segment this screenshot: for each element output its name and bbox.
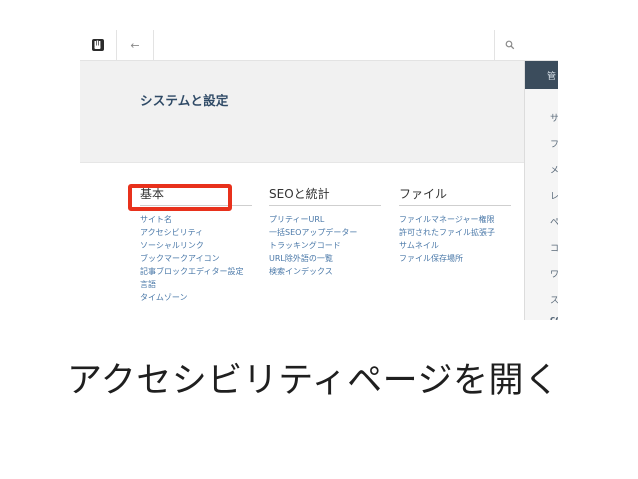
files-section: ファイル ファイルマネージャー権限 許可されたファイル拡張子 サムネイル ファイ… <box>399 185 511 265</box>
bulk-seo-updater-link[interactable]: 一括SEOアップデーター <box>269 226 381 239</box>
dashboard-panel: 管 サ フ メ レ ペ コ ワ ス co <box>524 61 558 320</box>
section-heading: SEOと統計 <box>269 185 381 206</box>
timezone-link[interactable]: タイムゾーン <box>140 291 252 304</box>
logo-button[interactable] <box>80 30 117 60</box>
tracking-codes-link[interactable]: トラッキングコード <box>269 239 381 252</box>
page-header <box>80 61 524 163</box>
dashboard-panel-item[interactable]: メ <box>550 163 558 176</box>
dashboard-panel-item[interactable]: ワ <box>550 267 558 280</box>
screenshot-frame: ← システムと設定 管 サ フ メ レ ペ コ ワ ス co <box>80 30 558 320</box>
slide-caption: アクセシビリティページを開く <box>67 361 560 401</box>
search-icon <box>505 40 515 50</box>
allowed-file-types-link[interactable]: 許可されたファイル拡張子 <box>399 226 511 239</box>
dashboard-panel-title: 管 <box>547 72 557 82</box>
dashboard-panel-item[interactable]: レ <box>550 189 558 202</box>
dashboard-panel-item[interactable]: co <box>550 315 558 320</box>
accessibility-link[interactable]: アクセシビリティ <box>140 226 252 239</box>
section-heading: ファイル <box>399 185 511 206</box>
dashboard-panel-item[interactable]: ペ <box>550 215 558 228</box>
dashboard-panel-header: 管 <box>525 61 558 89</box>
arrow-left-icon: ← <box>130 38 140 52</box>
thumbnails-link[interactable]: サムネイル <box>399 239 511 252</box>
site-name-link[interactable]: サイト名 <box>140 213 252 226</box>
search-index-link[interactable]: 検索インデックス <box>269 265 381 278</box>
dashboard-panel-item[interactable]: サ <box>550 111 558 124</box>
back-button[interactable]: ← <box>117 30 154 60</box>
slide: ← システムと設定 管 サ フ メ レ ペ コ ワ ス co <box>0 0 638 479</box>
languages-link[interactable]: 言語 <box>140 278 252 291</box>
accessibility-highlight <box>128 184 232 211</box>
bookmark-icons-link[interactable]: ブックマークアイコン <box>140 252 252 265</box>
seo-statistics-section: SEOと統計 プリティーURL 一括SEOアップデーター トラッキングコード U… <box>269 185 381 278</box>
pretty-urls-link[interactable]: プリティーURL <box>269 213 381 226</box>
file-storage-locations-link[interactable]: ファイル保存場所 <box>399 252 511 265</box>
dashboard-panel-item[interactable]: コ <box>550 241 558 254</box>
toolbar: ← <box>80 30 558 61</box>
page-title: システムと設定 <box>140 93 229 108</box>
rich-text-editor-link[interactable]: 記事ブロックエディター設定 <box>140 265 252 278</box>
excluded-url-words-link[interactable]: URL除外語の一覧 <box>269 252 381 265</box>
file-manager-permissions-link[interactable]: ファイルマネージャー権限 <box>399 213 511 226</box>
dashboard-panel-item[interactable]: フ <box>550 137 558 150</box>
social-links-link[interactable]: ソーシャルリンク <box>140 239 252 252</box>
dashboard-panel-item[interactable]: ス <box>550 293 558 306</box>
concrete5-hand-icon <box>92 39 104 51</box>
search-button[interactable] <box>494 30 525 60</box>
